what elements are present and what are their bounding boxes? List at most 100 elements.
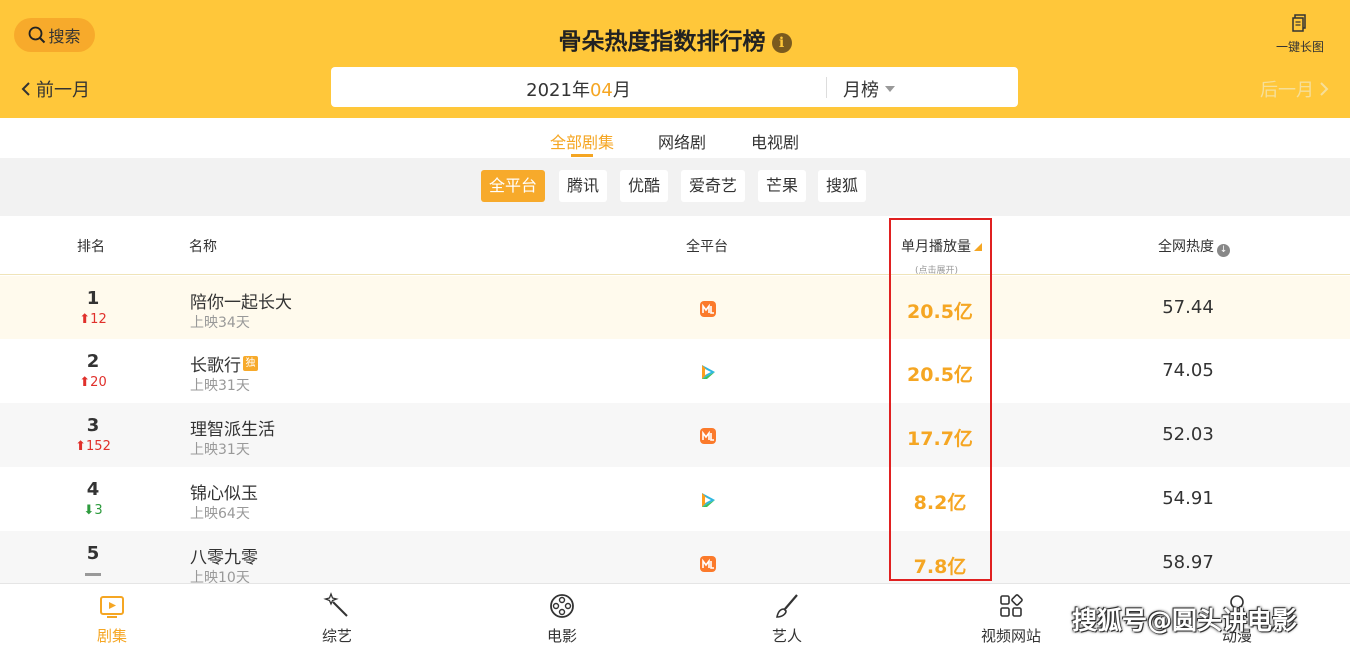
days-on-air: 上映31天 bbox=[190, 378, 250, 394]
heat-index: 57.44 bbox=[1162, 297, 1214, 318]
days-on-air: 上映31天 bbox=[190, 442, 250, 458]
page-title-text: 骨朵热度指数排行榜 bbox=[558, 29, 766, 55]
rank-number: 1 bbox=[86, 288, 100, 309]
series-title[interactable]: 八零九零 bbox=[190, 543, 258, 568]
header-monthly-views[interactable]: 单月播放量 (点击展开) bbox=[901, 236, 982, 276]
nav-series[interactable]: 剧集 bbox=[67, 592, 157, 646]
header-heat-label: 全网热度 bbox=[1158, 239, 1214, 255]
long-image-button[interactable]: 一键长图 bbox=[1272, 14, 1328, 55]
date-month-suffix: 月 bbox=[612, 80, 631, 101]
rank-change-value: 20 bbox=[90, 375, 107, 390]
magic-wand-icon bbox=[323, 592, 348, 617]
series-title[interactable]: 理智派生活 bbox=[190, 415, 275, 440]
platform-chip-mango[interactable]: 芒果 bbox=[758, 170, 807, 202]
table-row[interactable]: 4 ⬇3 锦心似玉 上映64天 8.2亿 54.91 bbox=[0, 467, 1350, 531]
date-year: 2021年 bbox=[526, 80, 590, 101]
platform-filter-bar: 全平台 腾讯 优酷 爱奇艺 芒果 搜狐 bbox=[0, 158, 1350, 216]
nav-movie-label: 电影 bbox=[546, 627, 577, 645]
arrow-up-icon: ⬆ bbox=[79, 312, 91, 327]
header-monthly-views-label: 单月播放量 bbox=[901, 239, 971, 255]
apps-grid-icon bbox=[1000, 594, 1023, 617]
rank-number: 5 bbox=[86, 543, 100, 564]
rank-change-value: 12 bbox=[90, 312, 107, 327]
tab-web-series[interactable]: 网络剧 bbox=[658, 129, 706, 153]
nav-video-sites[interactable]: 视频网站 bbox=[966, 592, 1056, 646]
days-on-air: 上映34天 bbox=[190, 315, 250, 331]
rank-number: 2 bbox=[86, 351, 100, 372]
rank-change-value: 3 bbox=[94, 503, 103, 518]
nav-variety-label: 综艺 bbox=[321, 627, 352, 645]
series-title-text: 八零九零 bbox=[190, 548, 258, 568]
active-tab-indicator bbox=[571, 154, 593, 157]
arrow-down-icon: ⬇ bbox=[83, 503, 95, 518]
nav-variety[interactable]: 综艺 bbox=[292, 592, 382, 646]
days-on-air: 上映64天 bbox=[190, 506, 250, 522]
category-tabs: 全部剧集 网络剧 电视剧 bbox=[0, 118, 1350, 158]
heat-index: 52.03 bbox=[1162, 424, 1214, 445]
info-icon[interactable]: i bbox=[771, 33, 792, 53]
date-month: 04 bbox=[589, 80, 613, 101]
monthly-views: 20.5亿 bbox=[907, 301, 973, 323]
next-month-label: 后一月 bbox=[1260, 80, 1314, 101]
platform-chip-youku[interactable]: 优酷 bbox=[620, 170, 669, 202]
rank-number: 3 bbox=[86, 415, 100, 436]
long-image-label: 一键长图 bbox=[1275, 40, 1324, 54]
heat-index: 74.05 bbox=[1162, 360, 1214, 381]
table-row[interactable]: 1 ⬆12 陪你一起长大 上映34天 20.5亿 57.44 bbox=[0, 276, 1350, 340]
platform-chip-sohu[interactable]: 搜狐 bbox=[818, 170, 867, 202]
series-title-text: 锦心似玉 bbox=[190, 484, 258, 504]
series-title[interactable]: 陪你一起长大 bbox=[190, 288, 292, 313]
table-row[interactable]: 5 八零九零 上映10天 7.8亿 58.97 bbox=[0, 531, 1350, 586]
series-title-text: 长歌行 bbox=[190, 356, 241, 376]
series-title-text: 理智派生活 bbox=[190, 420, 275, 440]
table-row[interactable]: 3 ⬆152 理智派生活 上映31天 17.7亿 52.03 bbox=[0, 403, 1350, 467]
rank-change bbox=[62, 567, 124, 582]
document-icon bbox=[1292, 14, 1306, 32]
film-reel-icon bbox=[550, 594, 574, 618]
table-row[interactable]: 2 ⬆20 长歌行独 上映31天 20.5亿 74.05 bbox=[0, 339, 1350, 403]
expand-hint: (点击展开) bbox=[915, 266, 959, 276]
monthly-views: 17.7亿 bbox=[907, 428, 973, 450]
header-name: 名称 bbox=[189, 239, 217, 255]
nav-movie[interactable]: 电影 bbox=[517, 592, 607, 646]
prev-month-button[interactable]: 前一月 bbox=[20, 76, 90, 102]
month-picker[interactable]: 2021年04月 bbox=[331, 76, 826, 102]
page-title: 骨朵热度指数排行榜 i bbox=[0, 22, 1350, 56]
series-title-text: 陪你一起长大 bbox=[190, 293, 292, 313]
monthly-views: 20.5亿 bbox=[907, 364, 973, 386]
platform-chip-all[interactable]: 全平台 bbox=[481, 170, 546, 202]
series-title[interactable]: 锦心似玉 bbox=[190, 479, 258, 504]
caret-down-icon bbox=[885, 86, 895, 92]
arrow-up-icon: ⬆ bbox=[79, 375, 91, 390]
rank-change: ⬆20 bbox=[62, 375, 124, 390]
heat-index: 54.91 bbox=[1162, 488, 1214, 509]
no-change-icon bbox=[85, 573, 101, 576]
chevron-right-icon bbox=[1320, 82, 1329, 96]
series-title[interactable]: 长歌行独 bbox=[190, 351, 258, 376]
rank-change-value: 152 bbox=[86, 439, 111, 454]
tab-all-series[interactable]: 全部剧集 bbox=[550, 129, 614, 153]
prev-month-label: 前一月 bbox=[36, 80, 90, 101]
rank-change: ⬆152 bbox=[62, 439, 124, 454]
exclusive-badge: 独 bbox=[243, 356, 258, 371]
brush-icon bbox=[776, 594, 798, 618]
mango-tv-icon bbox=[700, 556, 716, 572]
monthly-views: 8.2亿 bbox=[913, 492, 967, 514]
tab-tv-series[interactable]: 电视剧 bbox=[751, 129, 799, 153]
platform-chip-tencent[interactable]: 腾讯 bbox=[559, 170, 608, 202]
nav-artist[interactable]: 艺人 bbox=[742, 592, 832, 646]
app-header: 搜索 骨朵热度指数排行榜 i 一键长图 前一月 2021年04月 月榜 后一月 bbox=[0, 0, 1350, 118]
header-heat[interactable]: 全网热度 ↓ bbox=[1158, 236, 1230, 257]
mango-tv-icon bbox=[700, 428, 716, 444]
mango-tv-icon bbox=[700, 301, 716, 317]
board-type-label: 月榜 bbox=[843, 80, 879, 101]
next-month-button[interactable]: 后一月 bbox=[1260, 76, 1330, 102]
chevron-left-icon bbox=[21, 82, 30, 96]
date-selector[interactable]: 2021年04月 月榜 bbox=[331, 67, 1018, 107]
header-rank: 排名 bbox=[77, 239, 105, 255]
platform-chip-iqiyi[interactable]: 爱奇艺 bbox=[681, 170, 746, 202]
table-header: 排名 名称 全平台 单月播放量 (点击展开) 全网热度 ↓ bbox=[0, 216, 1350, 276]
monthly-views: 7.8亿 bbox=[913, 556, 967, 578]
rank-change: ⬇3 bbox=[62, 503, 124, 518]
board-type-dropdown[interactable]: 月榜 bbox=[843, 76, 895, 102]
